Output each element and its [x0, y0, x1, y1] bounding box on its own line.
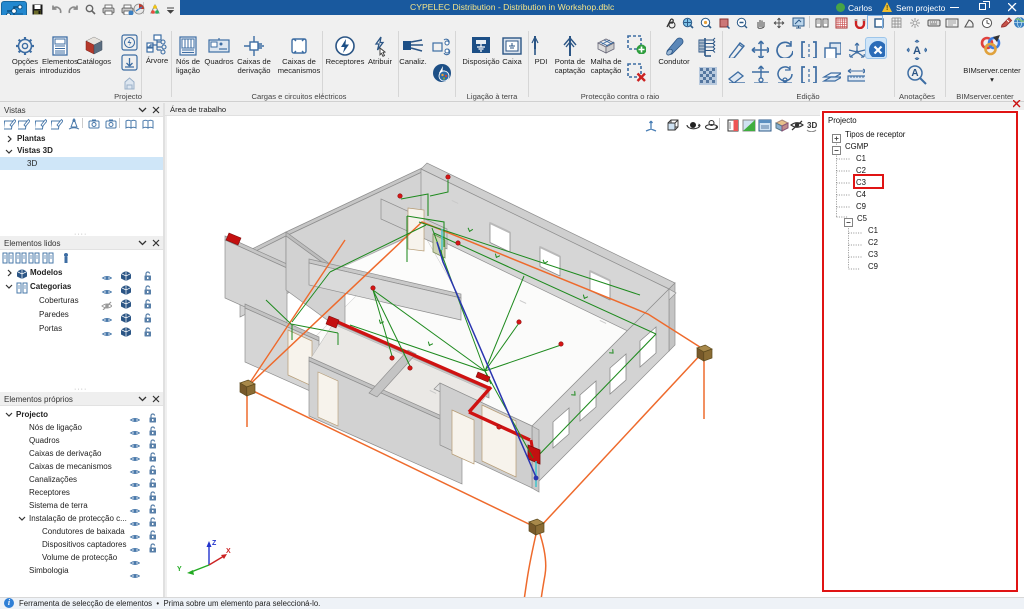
svg-text:Z: Z: [212, 540, 217, 547]
svg-text:Y: Y: [177, 566, 182, 573]
svg-text:A: A: [911, 68, 918, 79]
svg-text:A: A: [913, 45, 921, 57]
svg-text:X: X: [226, 548, 231, 555]
